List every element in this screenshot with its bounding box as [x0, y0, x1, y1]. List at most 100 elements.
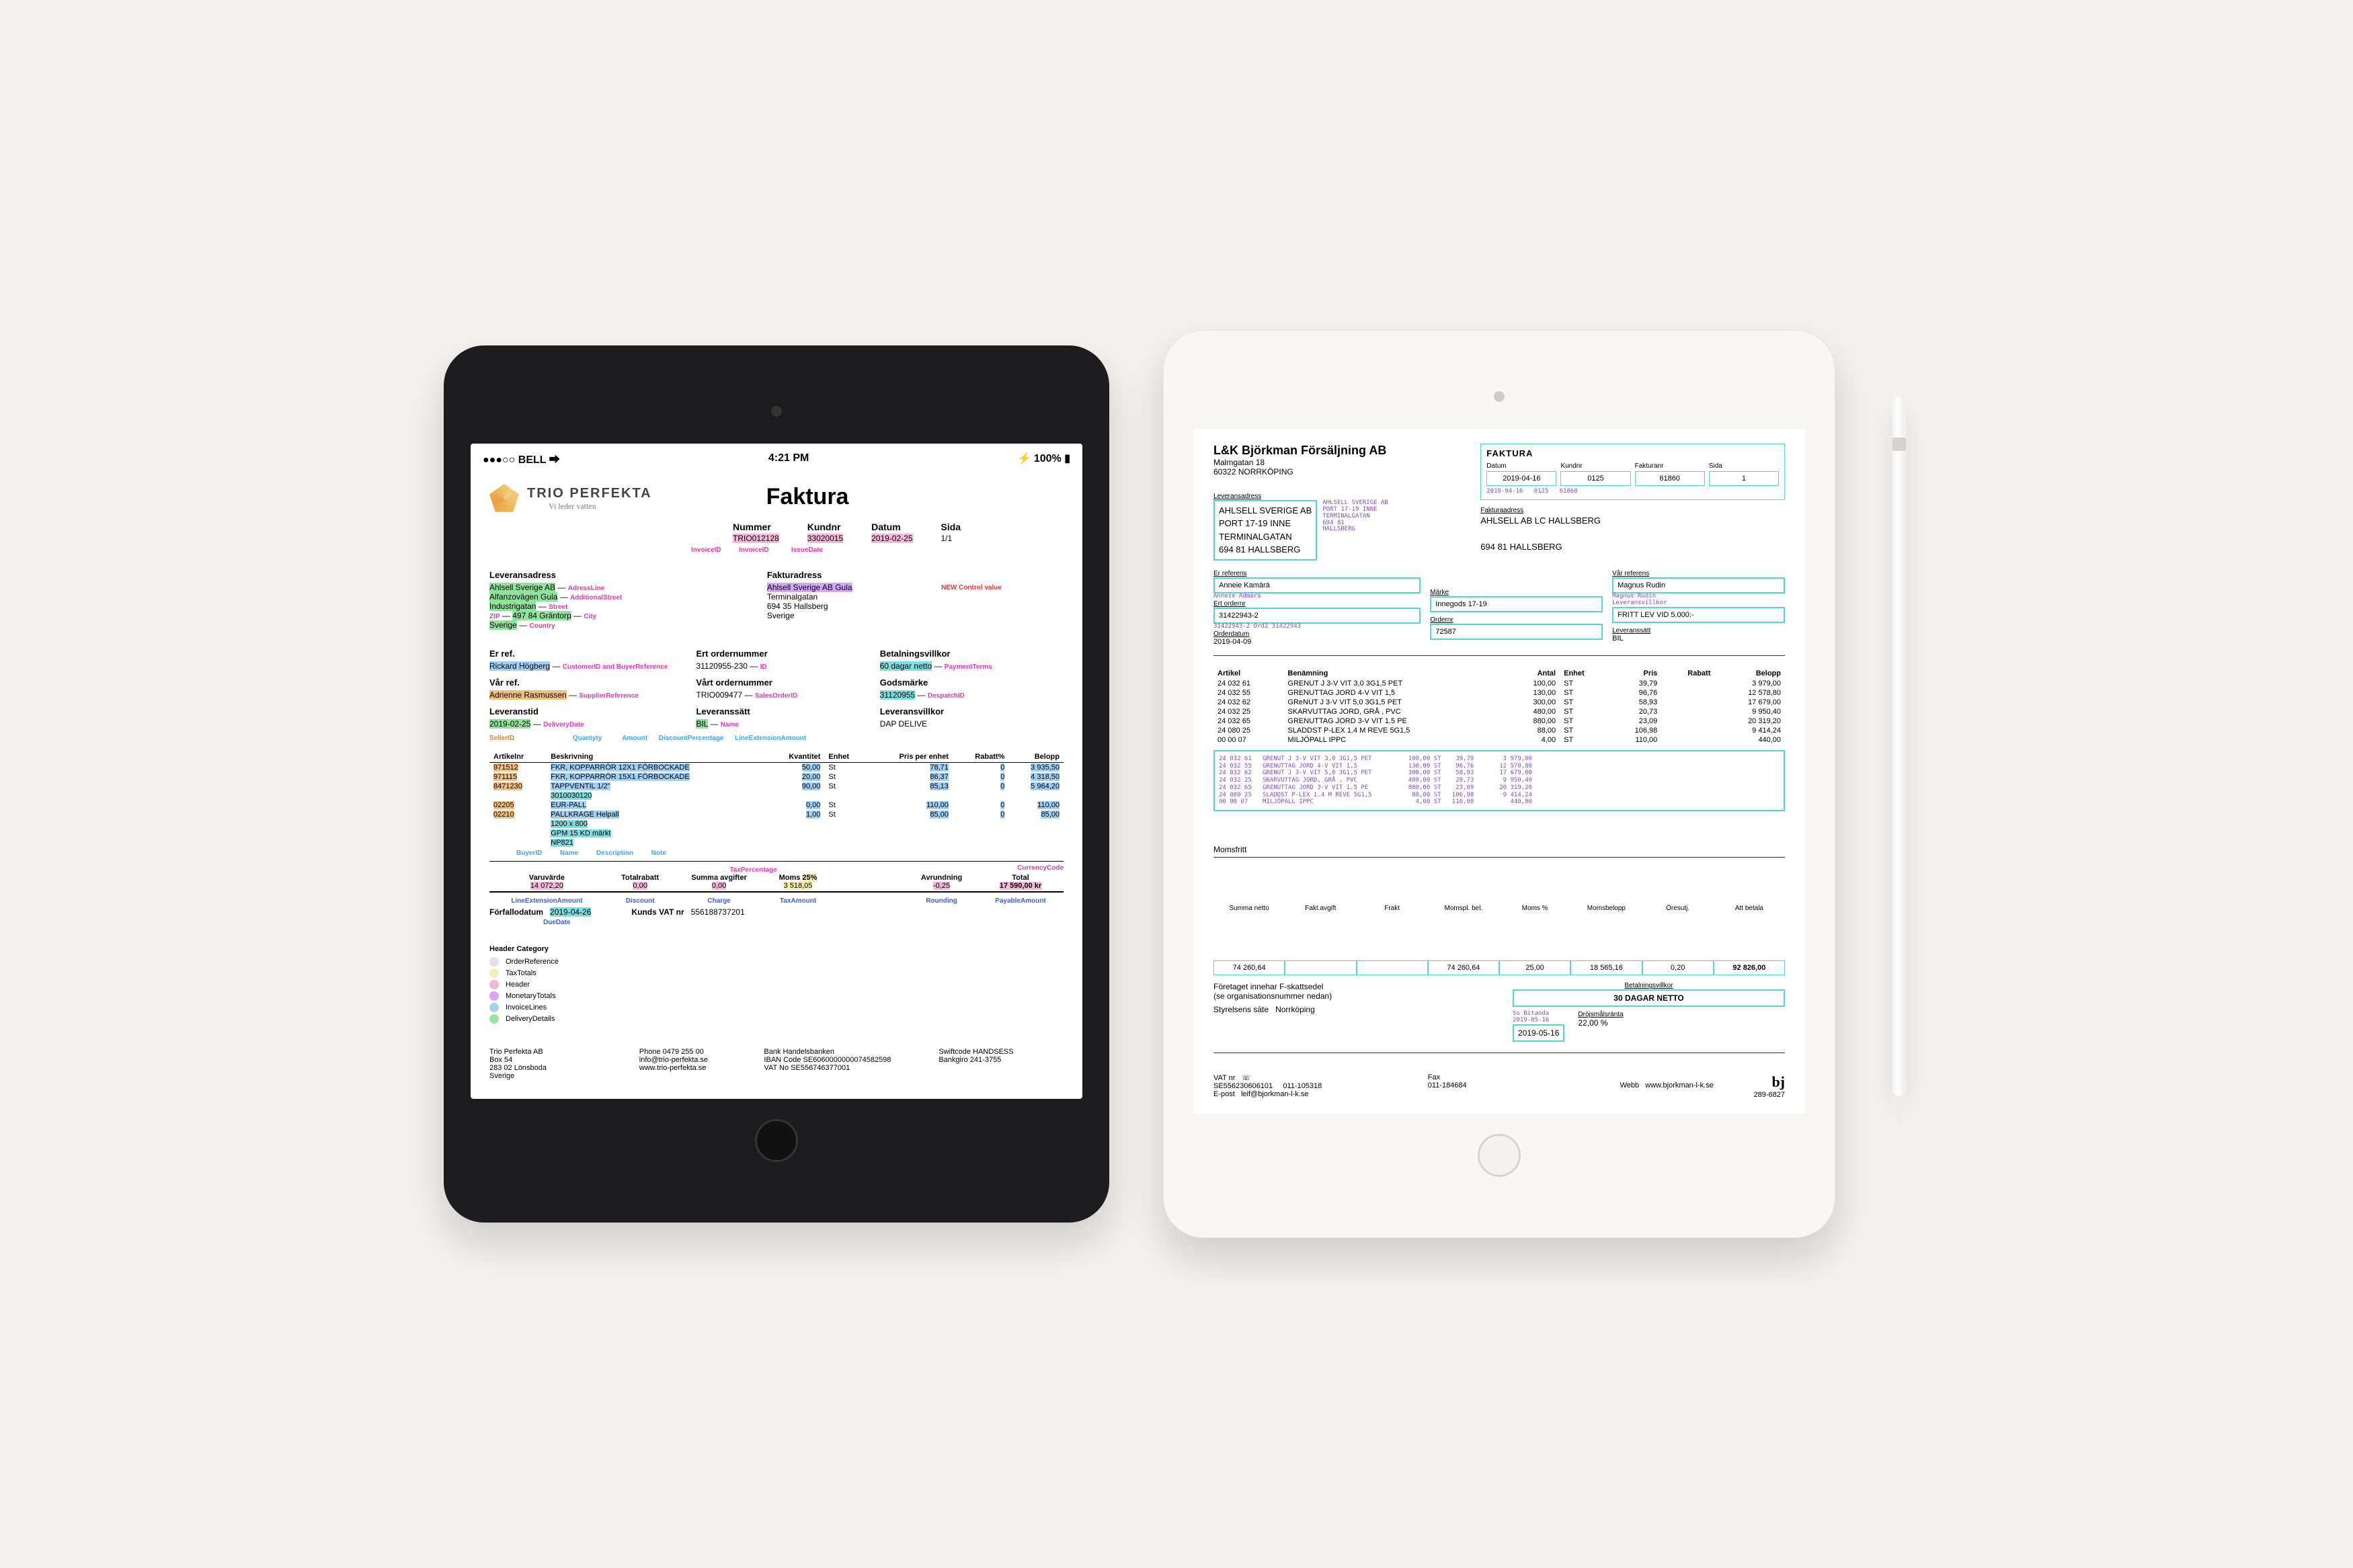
tag-taxa: TaxAmount — [780, 897, 816, 905]
levtid-v: 2019-02-25 — [489, 719, 530, 729]
i2-er-l: Er referens — [1213, 570, 1421, 577]
i2-od: 2019-04-09 — [1213, 638, 1421, 646]
i2-vr-e: Magnus Rudin Leveransvillkor — [1612, 593, 1785, 607]
screen-right: L&K Björkman Försäljning AB Malmgatan 18… — [1193, 429, 1805, 1114]
tag-note: Note — [651, 850, 666, 857]
apple-pencil — [1889, 397, 1909, 1170]
i2th-pris: Pris — [1609, 667, 1661, 679]
i2-er: Anneie Kamärä — [1213, 577, 1421, 593]
i2-kn-l: Kundnr — [1560, 462, 1630, 470]
i2-dr-l: Dröjsmålsränta — [1578, 1011, 1623, 1018]
item-row: 02210 PALLKRAGE Helpall 1,00 St 85,00 0 … — [489, 810, 1064, 819]
tag-dpct: DiscountPercentage — [659, 735, 724, 742]
tag-due: DueDate — [543, 919, 571, 926]
i2-lev-box: AHLSELL SVERIGE ABPORT 17-19 INNETERMINA… — [1213, 500, 1317, 561]
tag-adr: AdressLine — [568, 585, 604, 592]
tag-desp: DespatchID — [928, 692, 965, 700]
item-row: 24 032 25SKARVUTTAG JORD, GRÅ , PVC480,0… — [1213, 707, 1785, 716]
i2-fax-v: 011-184684 — [1428, 1081, 1467, 1089]
brand-slogan: Vi leder vatten — [549, 501, 652, 511]
i2th-rab: Rabatt — [1661, 667, 1714, 679]
tot-tot-v: 17 590,00 kr — [1000, 882, 1041, 890]
tag-id: ID — [760, 663, 767, 671]
legend-item: TaxTotals — [489, 968, 1064, 978]
tag-invoiceid2: InvoiceID — [739, 546, 768, 554]
ertord-v: 31120955-230 — [696, 661, 748, 671]
kvat-l: Kunds VAT nr — [631, 907, 684, 917]
i2th-art: Artikel — [1213, 667, 1283, 679]
levtid-l: Leveranstid — [489, 706, 696, 716]
bl3: 694 35 Hallsberg — [767, 602, 928, 611]
dl1: Ahlsell Sverige AB — [489, 583, 555, 592]
i2-dat: 2019-04-16 — [1486, 471, 1556, 486]
footer: Trio Perfekta ABBox 54283 02 LönsbodaSve… — [489, 1048, 1064, 1080]
i2-kod: 289-6827 — [1714, 1091, 1785, 1099]
tag-disc2: Discount — [626, 897, 655, 905]
tag-desc: Description — [596, 850, 633, 857]
i2th-qty: Antal — [1507, 667, 1560, 679]
hdr-sida-l: Sida — [941, 522, 988, 532]
tag-city: City — [584, 613, 596, 620]
hdr-datum-v: 2019-02-25 — [871, 534, 912, 543]
tablet-white: L&K Björkman Försäljning AB Malmgatan 18… — [1163, 330, 1835, 1238]
battery: ⚡ 100% ▮ — [1017, 452, 1070, 465]
tot-rb-l: Totalrabatt — [604, 874, 676, 882]
item-row: 24 032 65GRENUTTAG JORD 3-V VIT 1.5 PE88… — [1213, 716, 1785, 726]
tag-issuedate: IssueDate — [791, 546, 823, 554]
hdr-nummer-l: Nummer — [733, 522, 806, 532]
tag-name2: Name — [560, 850, 578, 857]
tablet-black: ●●●○○ BELL ⮕ 4:21 PM ⚡ 100% ▮ TRIO PERFE… — [444, 345, 1109, 1223]
tot-rb-v: 0,00 — [633, 882, 647, 890]
home-button[interactable] — [755, 1119, 798, 1162]
i2-fn-l: Fakturanr — [1635, 462, 1705, 470]
legend-item: InvoiceLines — [489, 1003, 1064, 1012]
tag-supp: SupplierReference — [579, 692, 638, 700]
i2-vr-l: Vår referens — [1612, 570, 1785, 577]
brand-logo-icon — [489, 484, 519, 513]
i2-dr-v: 22,00 % — [1578, 1018, 1623, 1028]
legend-item: Header — [489, 980, 1064, 989]
hdr-nummer-v: TRIO012128 — [733, 534, 779, 543]
time: 4:21 PM — [768, 452, 809, 464]
i2-er-e: Anneie Admärä — [1213, 593, 1421, 600]
gods-v: 31120955 — [880, 690, 916, 700]
tag-pt: PaymentTerms — [945, 663, 992, 671]
i2-ep-l: E-post — [1213, 1090, 1235, 1098]
delivery-label: Leveransadress — [489, 570, 754, 580]
th-disc: Rabatt% — [953, 750, 1008, 763]
tag-lea: LineExtensionAmount — [735, 735, 806, 742]
i2-sd: 1 — [1709, 471, 1779, 486]
er-ref-l: Er ref. — [489, 649, 696, 659]
i2-fskatt: Företaget innehar F-skattsedel — [1213, 982, 1486, 991]
item-row: 971512 FKR, KOPPARRÖR 12X1 FÖRBOCKADE 50… — [489, 762, 1064, 772]
item-row: GPM 15 KD märkt — [489, 829, 1064, 838]
betv-l: Betalningsvillkor — [880, 649, 1064, 659]
tag-pay: PayableAmount — [995, 897, 1046, 905]
item-row: 02205 EUR-PALL 0,00 St 110,00 0 110,00 — [489, 800, 1064, 810]
invoice1-doc: TRIO PERFEKTA Vi leder vatten Faktura Nu… — [471, 473, 1082, 1099]
i2-eo-l: Ert ordernr — [1213, 600, 1421, 608]
dl3: Industrigatan — [489, 602, 536, 611]
var-ref-l: Vår ref. — [489, 677, 696, 688]
i2-styr-l: Styrelsens säte — [1213, 1005, 1269, 1014]
ios-statusbar: ●●●○○ BELL ⮕ 4:21 PM ⚡ 100% ▮ — [471, 444, 1082, 473]
bl1: Ahlsell Sverige AB Gula — [767, 583, 852, 592]
doc-title: Faktura — [766, 484, 849, 510]
gods-l: Godsmärke — [880, 677, 1064, 688]
i2-sd-e: Ss Bitanda 2019-05-16 — [1513, 1011, 1564, 1024]
tot-av-l: Summa avgifter — [676, 874, 762, 882]
home-button-2[interactable] — [1478, 1134, 1521, 1177]
camera-dot — [771, 406, 782, 417]
i2-sd-l: Sida — [1709, 462, 1779, 470]
tag-curr: CurrencyCode — [1017, 864, 1064, 872]
i2-od-l: Orderdatum — [1213, 630, 1421, 638]
tag-amt: Amount — [622, 735, 647, 742]
item-row: 1200 x 800 — [489, 819, 1064, 829]
tag-invoiceid: InvoiceID — [691, 546, 721, 554]
tot-tot-l: Total — [978, 874, 1064, 882]
item-row: 24 032 55GRENUTTAG JORD 4-V VIT 1,5130,0… — [1213, 688, 1785, 698]
i2-kn: 0125 — [1560, 471, 1630, 486]
tag-seller: SellerID — [489, 735, 514, 742]
i2-w-l: Webb — [1620, 1081, 1640, 1089]
tag-rnd: Rounding — [926, 897, 957, 905]
